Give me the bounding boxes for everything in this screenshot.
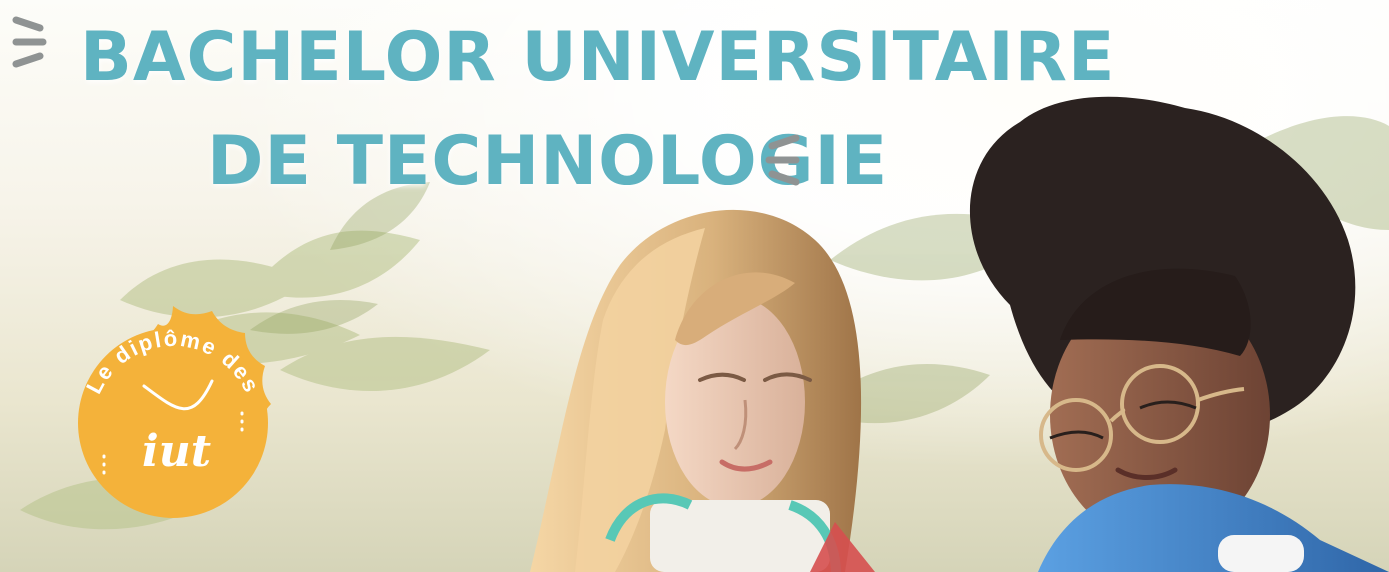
- banner-title: Bachelor Universitaire de Technologie: [14, 8, 1114, 228]
- iut-logo-text: iut: [142, 426, 212, 477]
- title-line-1: Bachelor Universitaire: [80, 18, 1116, 97]
- young-man: [969, 96, 1389, 572]
- triple-dash-icon: [765, 134, 800, 186]
- hero-banner: Bachelor Universitaire de Technologie Le…: [0, 0, 1389, 572]
- young-woman: [530, 209, 875, 572]
- triple-dash-icon: [12, 16, 47, 68]
- diploma-badge: Le diplôme des iut: [48, 298, 298, 548]
- badge-seal: Le diplôme des: [78, 306, 271, 518]
